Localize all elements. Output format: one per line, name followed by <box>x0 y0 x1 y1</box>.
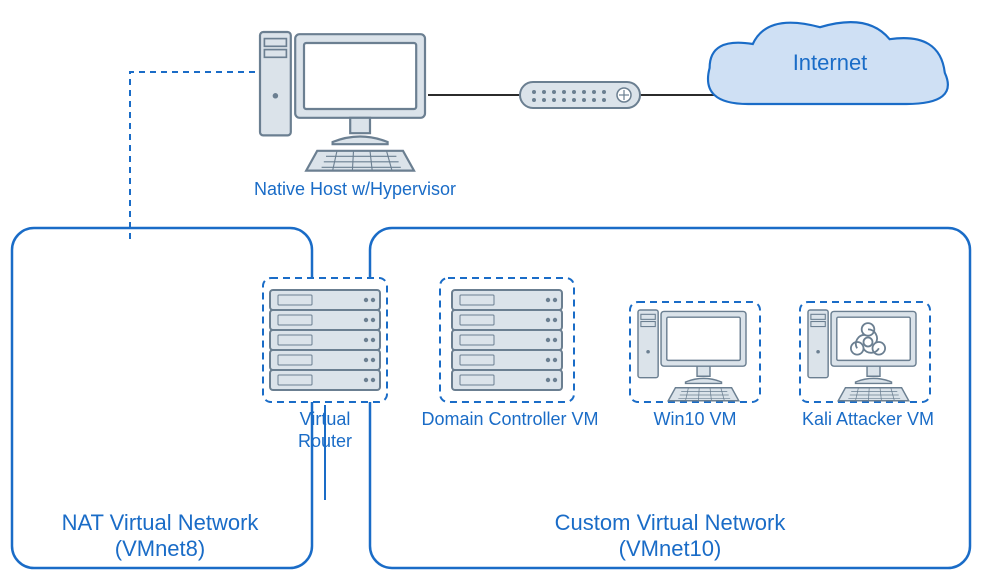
internet-label: Internet <box>793 50 868 75</box>
native-host-icon <box>260 32 425 171</box>
kali-attacker-vm-label: Kali Attacker VM <box>802 409 934 429</box>
nat-network-title-line2: (VMnet8) <box>115 536 205 561</box>
virtual-router-node <box>263 278 387 402</box>
domain-controller-vm-node <box>440 278 574 402</box>
native-host-label: Native Host w/Hypervisor <box>254 179 456 199</box>
domain-controller-vm-label: Domain Controller VM <box>421 409 598 429</box>
virtual-router-label-1: Virtual <box>300 409 351 429</box>
network-diagram: Internet Native Host w/Hypervisor NAT Vi… <box>0 0 982 583</box>
custom-network-title-line1: Custom Virtual Network <box>555 510 787 535</box>
virtual-router-label-2: Router <box>298 431 352 451</box>
link-host-nat <box>130 72 266 240</box>
win10-vm-node <box>630 302 760 402</box>
nat-network-title-line1: NAT Virtual Network <box>62 510 260 535</box>
kali-attacker-vm-node <box>800 302 930 402</box>
modem-icon <box>520 82 640 108</box>
custom-network-title-line2: (VMnet10) <box>619 536 722 561</box>
win10-vm-label: Win10 VM <box>653 409 736 429</box>
